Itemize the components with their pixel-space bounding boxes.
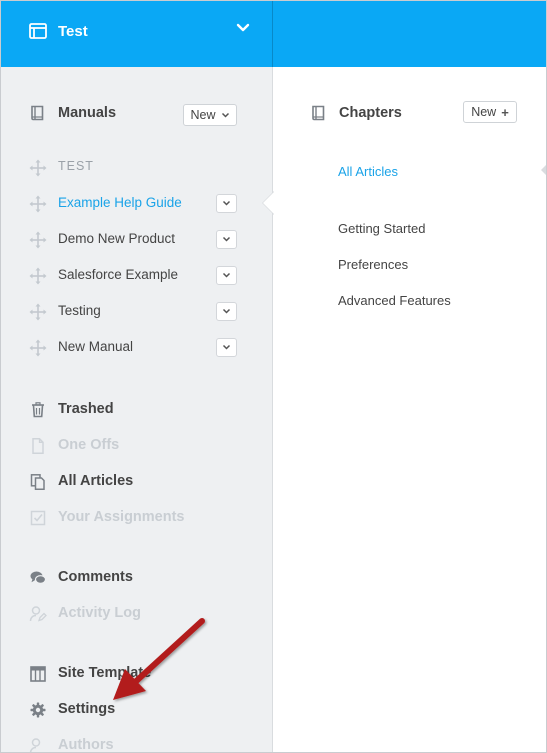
user-edit-icon [29,738,41,752]
comments-icon [30,571,47,584]
manual-name[interactable]: Example Help Guide [58,195,182,210]
chevron-down-icon [221,112,229,118]
manual-options-dropdown[interactable] [216,230,237,249]
nav-site-template-label: Site Template [58,665,152,681]
nav-activity-log-label: Activity Log [58,605,141,621]
nav-comments[interactable]: Comments [29,566,259,590]
nav-your-assignments[interactable]: Your Assignments [29,506,259,530]
chevron-down-icon [222,200,231,206]
chapters-heading: Chapters [339,105,402,121]
drag-handle-icon[interactable] [29,339,47,357]
manual-options-dropdown[interactable] [216,266,237,285]
manuals-heading: Manuals [58,105,117,121]
manual-name[interactable]: Testing [58,303,101,318]
manual-row[interactable]: New Manual [29,336,239,360]
chevron-down-icon [222,308,231,314]
template-icon [30,666,46,682]
manual-row[interactable]: Testing [29,300,239,324]
plus-icon: + [501,104,509,120]
document-icon [32,438,44,455]
workspace-switcher[interactable]: Test [1,1,273,67]
new-chapter-label: New [471,105,497,119]
window-icon [29,23,47,39]
manual-row[interactable]: Example Help Guide [29,192,239,216]
chapter-item[interactable]: Getting Started [338,221,425,236]
chapters-header: Chapters [310,104,402,122]
new-manual-label: New [190,108,216,122]
nav-site-template[interactable]: Site Template [29,662,259,686]
nav-authors[interactable]: Authors [29,734,259,753]
book-icon [312,105,325,121]
chevron-down-icon [222,344,231,350]
nav-settings-label: Settings [58,701,116,717]
manual-group-row[interactable]: TEST [29,156,239,180]
new-chapter-button[interactable]: New + [463,101,517,123]
copy-icon [30,474,45,490]
chevron-down-icon [222,272,231,278]
nav-one-offs-label: One Offs [58,437,120,453]
manual-name[interactable]: New Manual [58,339,133,354]
drag-handle-icon[interactable] [29,303,47,321]
nav-trashed[interactable]: Trashed [29,398,259,422]
nav-authors-label: Authors [58,737,114,753]
selection-pointer [263,192,274,214]
nav-comments-label: Comments [58,569,133,585]
book-icon [31,105,44,121]
new-manual-button[interactable]: New [183,104,237,126]
user-edit-icon [29,606,47,622]
manual-name[interactable]: Demo New Product [58,231,175,246]
manual-options-dropdown[interactable] [216,302,237,321]
top-bar: Test [1,1,546,67]
chapters-all-articles[interactable]: All Articles [338,164,398,179]
manual-name[interactable]: Salesforce Example [58,267,178,282]
nav-your-assignments-label: Your Assignments [58,509,185,525]
gear-icon [30,702,46,718]
drag-handle-icon[interactable] [29,267,47,285]
app-window: Test Manuals New TEST Example Help Guide D… [0,0,547,753]
nav-all-articles[interactable]: All Articles [29,470,259,494]
nav-one-offs[interactable]: One Offs [29,434,259,458]
chevron-down-icon [222,236,231,242]
nav-trashed-label: Trashed [58,401,114,417]
nav-all-articles-label: All Articles [58,473,134,489]
manual-options-dropdown[interactable] [216,338,237,357]
nav-settings[interactable]: Settings [29,698,259,722]
chapter-item[interactable]: Preferences [338,257,408,272]
trash-icon [32,402,44,418]
nav-activity-log[interactable]: Activity Log [29,602,259,626]
checkbox-icon [30,510,46,526]
drag-handle-icon[interactable] [29,195,47,213]
manual-name[interactable]: TEST [58,159,94,173]
workspace-title: Test [58,23,88,40]
chapters-pane: Chapters New + All Articles Getting Star… [274,67,546,752]
manuals-header: Manuals [29,104,116,122]
drag-handle-icon[interactable] [29,159,47,177]
chevron-down-icon [236,23,250,32]
chapter-selection-pointer [541,164,546,176]
manual-options-dropdown[interactable] [216,194,237,213]
manual-row[interactable]: Demo New Product [29,228,239,252]
manual-row[interactable]: Salesforce Example [29,264,239,288]
drag-handle-icon[interactable] [29,231,47,249]
chapter-item[interactable]: Advanced Features [338,293,451,308]
sidebar: Manuals New TEST Example Help Guide Demo N… [1,67,273,753]
